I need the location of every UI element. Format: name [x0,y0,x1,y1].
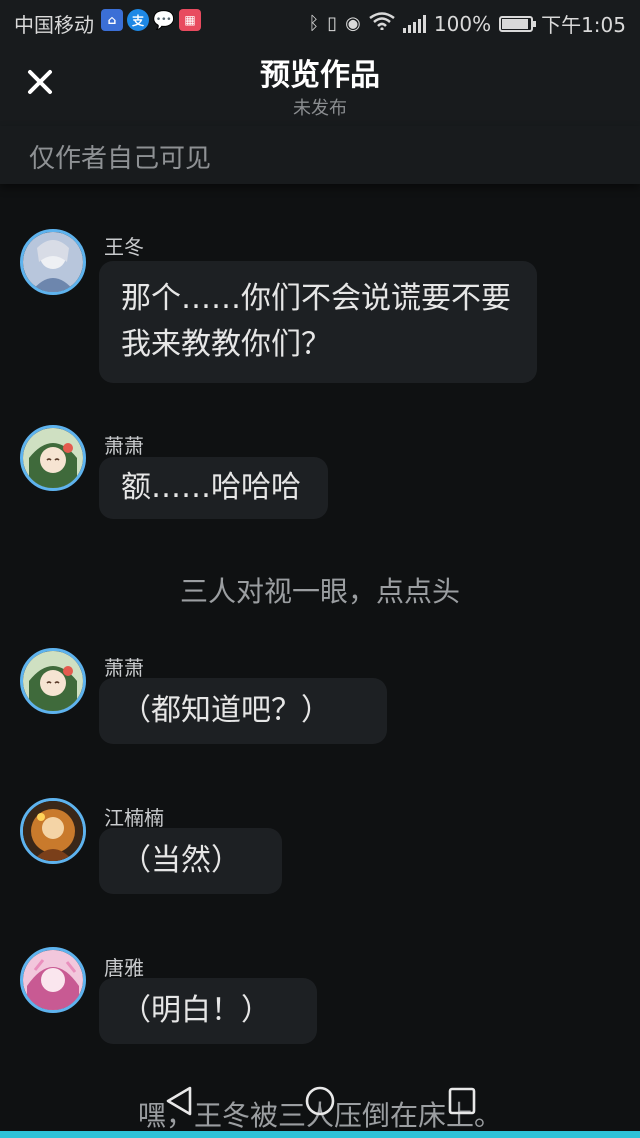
message-icon: 💬 [152,9,176,31]
recent-square-icon [448,1087,476,1115]
eye-icon: ◉ [345,13,361,34]
carrier-label: 中国移动 [14,13,94,37]
notification-icons: ⌂ 支 💬 ▦ [101,9,201,31]
avatar-xiaoxiao[interactable] [20,425,86,491]
nav-home-button[interactable] [303,1084,337,1122]
clock: 下午1:05 [541,13,626,37]
chat-area[interactable]: 王冬 那个……你们不会说谎要不要我来教教你们？ 萧萧 额……哈哈哈 三人对视一眼… [0,184,640,1138]
sender-name: 萧萧 [104,656,144,680]
nav-recent-button[interactable] [446,1085,478,1121]
app-screen: 中国移动 ⌂ 支 💬 ▦ ᛒ ▯ ◉ 100% 下午1:05 预览作品 未发布 … [0,0,640,1138]
status-indicators: ᛒ ▯ ◉ 100% 下午1:05 [308,9,626,38]
battery-percent: 100% [433,11,492,36]
avatar-wangdong[interactable] [20,229,86,295]
bottom-accent-bar [0,1131,640,1138]
message-bubble[interactable]: （明白！） [99,978,317,1044]
visibility-text: 仅作者自己可见 [29,144,212,174]
system-nav-bar [0,1080,640,1138]
message-bubble[interactable]: （当然） [99,828,282,894]
status-bar: 中国移动 ⌂ 支 💬 ▦ ᛒ ▯ ◉ 100% 下午1:05 [0,0,640,44]
publish-status: 未发布 [293,98,347,119]
app-icon: ▦ [179,9,201,31]
avatar-xiaoxiao[interactable] [20,648,86,714]
message-bubble[interactable]: 额……哈哈哈 [99,457,328,519]
page-title: 预览作品 [260,58,380,93]
vibrate-icon: ▯ [327,13,338,34]
sender-name: 唐雅 [104,956,144,980]
sender-name: 王冬 [104,235,144,259]
wifi-icon [369,12,395,35]
back-triangle-icon [166,1086,192,1116]
top-bar: 预览作品 未发布 [0,44,640,126]
nav-back-button[interactable] [162,1084,196,1122]
bluetooth-icon: ᛒ [308,13,320,34]
battery-icon [499,15,537,32]
sender-name: 萧萧 [104,434,144,458]
battery-level [502,18,529,29]
message-bubble[interactable]: 那个……你们不会说谎要不要我来教教你们？ [99,261,537,383]
baidu-icon: ⌂ [101,9,123,31]
visibility-notice: 仅作者自己可见 [0,126,640,184]
signal-icon [402,14,426,33]
home-circle-icon [305,1086,335,1116]
sender-name: 江楠楠 [104,806,164,830]
alipay-icon: 支 [127,9,149,31]
message-bubble[interactable]: （都知道吧？） [99,678,387,744]
avatar-tangya[interactable] [20,947,86,1013]
narration-text: 三人对视一眼，点点头 [179,575,460,608]
avatar-jiangnannan[interactable] [20,798,86,864]
